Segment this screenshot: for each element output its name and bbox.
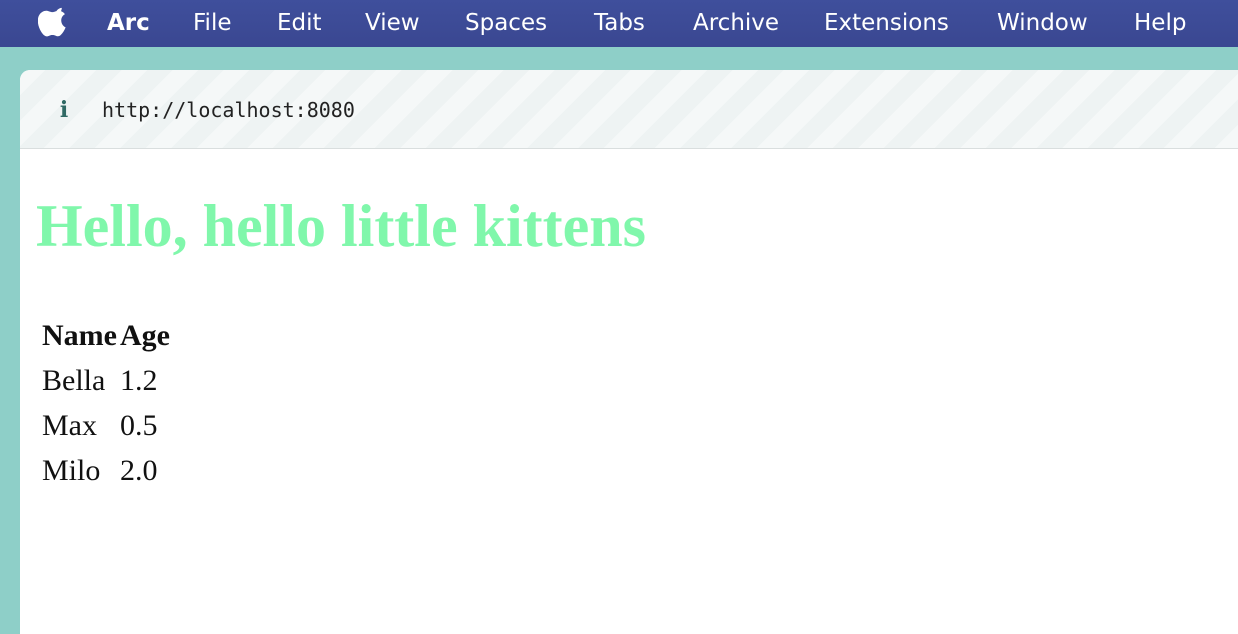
menu-window[interactable]: Window	[997, 9, 1088, 37]
cell-name: Milo	[42, 454, 101, 487]
kittens-table: Name Age Bella 1.2 Max 0.5 Milo 2.0	[39, 313, 173, 493]
browser-content-area: i http://localhost:8080 Hello, hello lit…	[20, 70, 1238, 634]
url-bar[interactable]: i http://localhost:8080	[20, 70, 1238, 149]
cell-age: 1.2	[119, 364, 158, 397]
menu-spaces[interactable]: Spaces	[465, 9, 547, 37]
web-page: Hello, hello little kittens Name Age Bel…	[20, 149, 1238, 634]
table-row: Milo 2.0	[42, 448, 170, 493]
menu-tabs[interactable]: Tabs	[594, 9, 645, 37]
menu-bar: Arc File Edit View Spaces Tabs Archive E…	[0, 0, 1238, 47]
menu-app-name[interactable]: Arc	[107, 9, 150, 37]
cell-age: 0.5	[119, 409, 158, 442]
menu-edit[interactable]: Edit	[277, 9, 322, 37]
table-row: Max 0.5	[42, 403, 170, 448]
info-icon[interactable]: i	[54, 98, 74, 122]
menu-view[interactable]: View	[365, 9, 420, 37]
column-header-age: Age	[119, 319, 170, 352]
menu-archive[interactable]: Archive	[693, 9, 779, 37]
page-title: Hello, hello little kittens	[36, 193, 646, 259]
cell-name: Bella	[42, 364, 106, 397]
menu-help[interactable]: Help	[1134, 9, 1186, 37]
cell-name: Max	[42, 409, 97, 442]
column-header-name: Name	[42, 319, 117, 352]
table-row: Bella 1.2	[42, 358, 170, 403]
url-text[interactable]: http://localhost:8080	[102, 97, 355, 123]
cell-age: 2.0	[119, 454, 158, 487]
menu-extensions[interactable]: Extensions	[824, 9, 949, 37]
browser-window: i http://localhost:8080 Hello, hello lit…	[0, 47, 1238, 634]
table-header-row: Name Age	[42, 313, 170, 358]
menu-file[interactable]: File	[193, 9, 232, 37]
apple-logo-icon[interactable]	[38, 6, 70, 40]
